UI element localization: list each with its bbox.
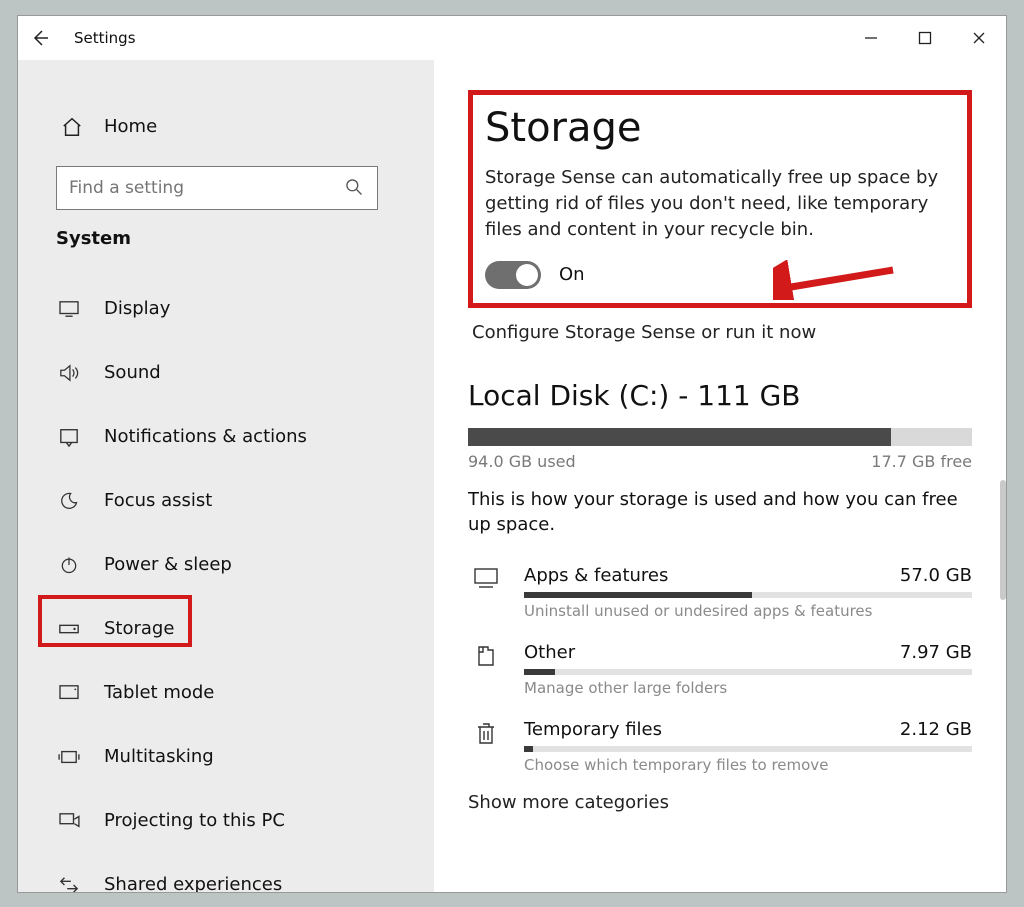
sidebar-item-storage[interactable]: Storage xyxy=(18,597,434,661)
category-hint: Uninstall unused or undesired apps & fea… xyxy=(524,602,972,620)
disk-usage-fill xyxy=(468,428,891,446)
sidebar-item-label: Projecting to this PC xyxy=(104,810,285,831)
category-name: Temporary files xyxy=(524,719,662,740)
caption-buttons xyxy=(844,16,1006,60)
category-size: 2.12 GB xyxy=(900,719,972,740)
category-other[interactable]: Other 7.97 GB Manage other large folders xyxy=(468,634,972,711)
category-size: 7.97 GB xyxy=(900,642,972,663)
disk-free-label: 17.7 GB free xyxy=(871,452,972,471)
window-body: Home System Display Sound xyxy=(18,60,1006,892)
storage-icon xyxy=(56,622,82,636)
home-icon xyxy=(56,116,88,138)
sidebar-item-power-sleep[interactable]: Power & sleep xyxy=(18,533,434,597)
sidebar-nav: Display Sound Notifications & actions Fo… xyxy=(18,267,434,892)
sidebar-item-label: Power & sleep xyxy=(104,554,232,575)
settings-window: Settings Home System xyxy=(17,15,1007,893)
folder-icon xyxy=(468,642,504,668)
search-wrap xyxy=(56,166,410,210)
category-name: Other xyxy=(524,642,575,663)
multitasking-icon xyxy=(56,748,82,766)
back-button[interactable] xyxy=(30,28,70,48)
storage-sense-description: Storage Sense can automatically free up … xyxy=(485,165,955,243)
trash-icon xyxy=(468,719,504,747)
disk-usage-labels: 94.0 GB used 17.7 GB free xyxy=(468,452,972,471)
titlebar: Settings xyxy=(18,16,1006,60)
tablet-icon xyxy=(56,684,82,702)
sidebar-item-multitasking[interactable]: Multitasking xyxy=(18,725,434,789)
sidebar-item-tablet-mode[interactable]: Tablet mode xyxy=(18,661,434,725)
category-hint: Choose which temporary files to remove xyxy=(524,756,972,774)
notification-icon xyxy=(56,427,82,447)
maximize-button[interactable] xyxy=(898,16,952,60)
sidebar-item-label: Focus assist xyxy=(104,490,212,511)
minimize-button[interactable] xyxy=(844,16,898,60)
disk-used-label: 94.0 GB used xyxy=(468,452,576,471)
sidebar-item-projecting[interactable]: Projecting to this PC xyxy=(18,789,434,853)
scrollbar[interactable] xyxy=(1000,480,1006,600)
sidebar-item-label: Tablet mode xyxy=(104,682,214,703)
sidebar-item-label: Notifications & actions xyxy=(104,426,307,447)
sidebar-item-display[interactable]: Display xyxy=(18,277,434,341)
page-title: Storage xyxy=(485,105,955,151)
configure-storage-sense-link[interactable]: Configure Storage Sense or run it now xyxy=(472,322,972,343)
disk-title: Local Disk (C:) - 111 GB xyxy=(468,379,972,412)
close-button[interactable] xyxy=(952,16,1006,60)
sidebar-item-label: Storage xyxy=(104,618,174,639)
category-name: Apps & features xyxy=(524,565,668,586)
category-size: 57.0 GB xyxy=(900,565,972,586)
disk-usage-bar xyxy=(468,428,972,446)
sidebar-item-sound[interactable]: Sound xyxy=(18,341,434,405)
projecting-icon xyxy=(56,812,82,830)
show-more-categories-link[interactable]: Show more categories xyxy=(468,792,972,813)
search-input[interactable] xyxy=(56,166,378,210)
display-icon xyxy=(56,300,82,318)
annotation-arrow-icon xyxy=(773,260,903,300)
search-icon xyxy=(344,177,364,197)
sound-icon xyxy=(56,363,82,383)
sidebar-item-shared-experiences[interactable]: Shared experiences xyxy=(18,853,434,892)
storage-sense-toggle-label: On xyxy=(559,264,585,285)
sidebar-item-label: Shared experiences xyxy=(104,874,282,892)
sidebar-item-focus-assist[interactable]: Focus assist xyxy=(18,469,434,533)
apps-icon xyxy=(468,565,504,589)
sidebar-item-label: Multitasking xyxy=(104,746,214,767)
category-temporary-files[interactable]: Temporary files 2.12 GB Choose which temp… xyxy=(468,711,972,788)
sidebar-item-notifications[interactable]: Notifications & actions xyxy=(18,405,434,469)
sidebar-item-label: Display xyxy=(104,298,170,319)
shared-icon xyxy=(56,875,82,892)
sidebar: Home System Display Sound xyxy=(18,60,434,892)
power-icon xyxy=(56,555,82,575)
sidebar-item-label: Sound xyxy=(104,362,161,383)
sidebar-section: System xyxy=(18,228,434,267)
sidebar-home[interactable]: Home xyxy=(18,102,434,152)
disk-description: This is how your storage is used and how… xyxy=(468,487,972,537)
category-hint: Manage other large folders xyxy=(524,679,972,697)
window-title: Settings xyxy=(74,29,136,47)
moon-icon xyxy=(56,491,82,511)
annotation-hero-highlight: Storage Storage Sense can automatically … xyxy=(468,90,972,308)
sidebar-home-label: Home xyxy=(104,116,157,137)
main-content: Storage Storage Sense can automatically … xyxy=(434,60,1006,892)
category-apps-features[interactable]: Apps & features 57.0 GB Uninstall unused … xyxy=(468,557,972,634)
storage-sense-toggle[interactable] xyxy=(485,261,541,289)
